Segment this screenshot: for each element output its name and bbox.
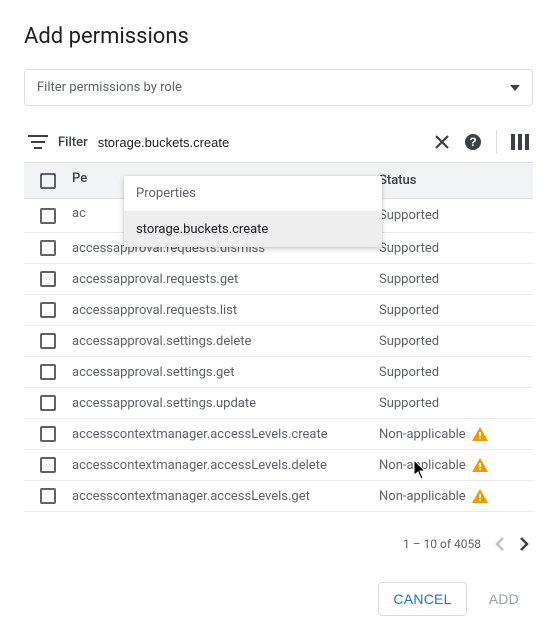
warning-icon	[472, 489, 488, 503]
status-cell: Supported	[379, 396, 529, 411]
row-checkbox[interactable]	[40, 395, 56, 411]
table-row: accessapproval.settings.update Supported	[24, 388, 533, 419]
status-cell: Non-applicable	[379, 427, 529, 442]
permission-name: accesscontextmanager.accessLevels.get	[68, 489, 379, 504]
autocomplete-popup: Properties storage.buckets.create	[124, 176, 382, 247]
role-filter-dropdown[interactable]: Filter permissions by role	[24, 69, 533, 106]
table-row: accessapproval.requests.list Supported	[24, 295, 533, 326]
divider	[496, 130, 497, 154]
add-permissions-dialog: Add permissions Filter permissions by ro…	[0, 0, 557, 640]
clear-filter-icon[interactable]	[434, 134, 450, 150]
svg-text:?: ?	[469, 135, 476, 149]
next-page-icon[interactable]	[519, 536, 529, 552]
status-cell: Supported	[379, 208, 529, 223]
dialog-actions: CANCEL ADD	[24, 562, 533, 616]
autocomplete-header: Properties	[124, 176, 382, 212]
permission-name: accesscontextmanager.accessLevels.create	[68, 427, 379, 442]
cancel-button[interactable]: CANCEL	[378, 582, 466, 616]
row-checkbox[interactable]	[40, 208, 56, 224]
warning-icon	[472, 427, 488, 441]
row-checkbox[interactable]	[40, 302, 56, 318]
row-checkbox[interactable]	[40, 364, 56, 380]
filter-bar: Filter ?	[24, 122, 533, 162]
dialog-title: Add permissions	[24, 24, 533, 49]
permission-name: accessapproval.settings.update	[68, 396, 379, 411]
table-row: accesscontextmanager.accessLevels.delete…	[24, 450, 533, 481]
table-row: accessapproval.settings.get Supported	[24, 357, 533, 388]
permission-name: accessapproval.settings.delete	[68, 334, 379, 349]
header-status: Status	[379, 173, 529, 188]
permission-name: accesscontextmanager.accessLevels.delete	[68, 458, 379, 473]
autocomplete-suggestion[interactable]: storage.buckets.create	[124, 212, 382, 247]
permission-name: accessapproval.settings.get	[68, 365, 379, 380]
select-all-checkbox[interactable]	[40, 173, 56, 189]
status-cell: Non-applicable	[379, 489, 529, 504]
row-checkbox[interactable]	[40, 240, 56, 256]
warning-icon	[472, 458, 488, 472]
pagination: 1 – 10 of 4058	[24, 526, 533, 562]
row-checkbox[interactable]	[40, 488, 56, 504]
table-row: accesscontextmanager.accessLevels.get No…	[24, 481, 533, 512]
table-row: accessapproval.requests.get Supported	[24, 264, 533, 295]
filter-icon	[28, 134, 48, 150]
table-row: accesscontextmanager.accessLevels.create…	[24, 419, 533, 450]
status-cell: Non-applicable	[379, 458, 529, 473]
permission-name: accessapproval.requests.list	[68, 303, 379, 318]
status-cell: Supported	[379, 365, 529, 380]
role-filter-placeholder: Filter permissions by role	[37, 80, 182, 95]
table-row: accessapproval.settings.delete Supported	[24, 326, 533, 357]
filter-input[interactable]	[98, 135, 424, 150]
row-checkbox[interactable]	[40, 271, 56, 287]
add-button[interactable]: ADD	[475, 582, 533, 616]
row-checkbox[interactable]	[40, 333, 56, 349]
filter-actions: ?	[434, 130, 529, 154]
status-cell: Supported	[379, 272, 529, 287]
dropdown-arrow-icon	[510, 85, 520, 91]
permission-name: accessapproval.requests.get	[68, 272, 379, 287]
row-checkbox[interactable]	[40, 426, 56, 442]
row-checkbox[interactable]	[40, 457, 56, 473]
status-cell: Supported	[379, 303, 529, 318]
status-cell: Supported	[379, 334, 529, 349]
help-icon[interactable]: ?	[464, 133, 482, 151]
columns-icon[interactable]	[511, 134, 529, 150]
table-body: ac Supported accessapproval.requests.dis…	[24, 199, 533, 526]
pagination-range: 1 – 10 of 4058	[403, 537, 481, 551]
filter-label: Filter	[58, 135, 88, 150]
prev-page-icon[interactable]	[495, 536, 505, 552]
status-cell: Supported	[379, 241, 529, 256]
